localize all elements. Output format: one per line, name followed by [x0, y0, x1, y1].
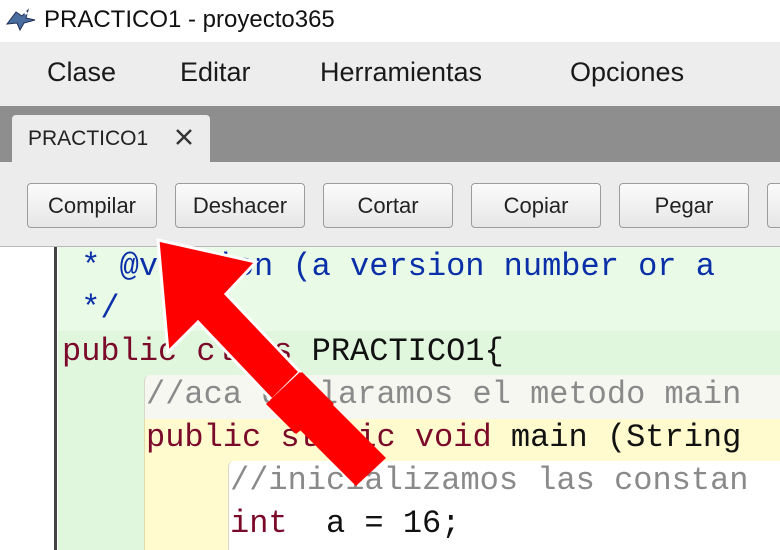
bluej-bird-icon — [5, 8, 36, 32]
code-line-version: * @version (a version number or a — [62, 248, 715, 285]
code-editor[interactable]: * @version (a version number or a */ pub… — [0, 247, 780, 550]
compile-button[interactable]: Compilar — [27, 183, 157, 228]
tab-practico1[interactable]: PRACTICO1 — [12, 115, 210, 162]
copy-button[interactable]: Copiar — [471, 183, 601, 228]
title-bar: PRACTICO1 - proyecto365 — [0, 0, 780, 42]
keyword-void: void — [414, 419, 492, 456]
tab-strip: PRACTICO1 — [0, 106, 780, 162]
undo-button[interactable]: Deshacer — [175, 183, 305, 228]
next-toolbar-button[interactable] — [767, 183, 780, 228]
menu-opciones[interactable]: Opciones — [570, 57, 684, 88]
code-line-doc-end: */ — [62, 290, 120, 327]
paste-button[interactable]: Pegar — [619, 183, 749, 228]
code-line-class: public class PRACTICO1{ — [62, 332, 504, 372]
menu-editar[interactable]: Editar — [180, 57, 251, 88]
class-name: PRACTICO1{ — [292, 333, 504, 370]
code-line-comment-main: //aca declaramos el metodo main — [146, 376, 742, 413]
keyword-public-class: public class — [62, 333, 293, 370]
method-signature: main (String — [491, 419, 742, 456]
tab-label: PRACTICO1 — [28, 127, 149, 150]
menu-bar: Clase Editar Herramientas Opciones — [0, 42, 780, 106]
int-assignment: a = 16; — [287, 505, 461, 542]
cut-button[interactable]: Cortar — [323, 183, 453, 228]
code-line-int: int a = 16; — [230, 504, 460, 544]
close-icon[interactable] — [170, 123, 198, 151]
keyword-int: int — [230, 505, 288, 542]
menu-clase[interactable]: Clase — [47, 57, 116, 88]
keyword-public-static: public static — [146, 419, 415, 456]
toolbar: Compilar Deshacer Cortar Copiar Pegar — [0, 162, 780, 247]
code-line-comment-init: //inicializamos las constan — [230, 462, 749, 499]
menu-herramientas[interactable]: Herramientas — [320, 57, 482, 88]
scope-gutter-line — [54, 247, 57, 550]
code-line-method: public static void main (String — [146, 418, 741, 458]
window-title: PRACTICO1 - proyecto365 — [44, 6, 335, 33]
